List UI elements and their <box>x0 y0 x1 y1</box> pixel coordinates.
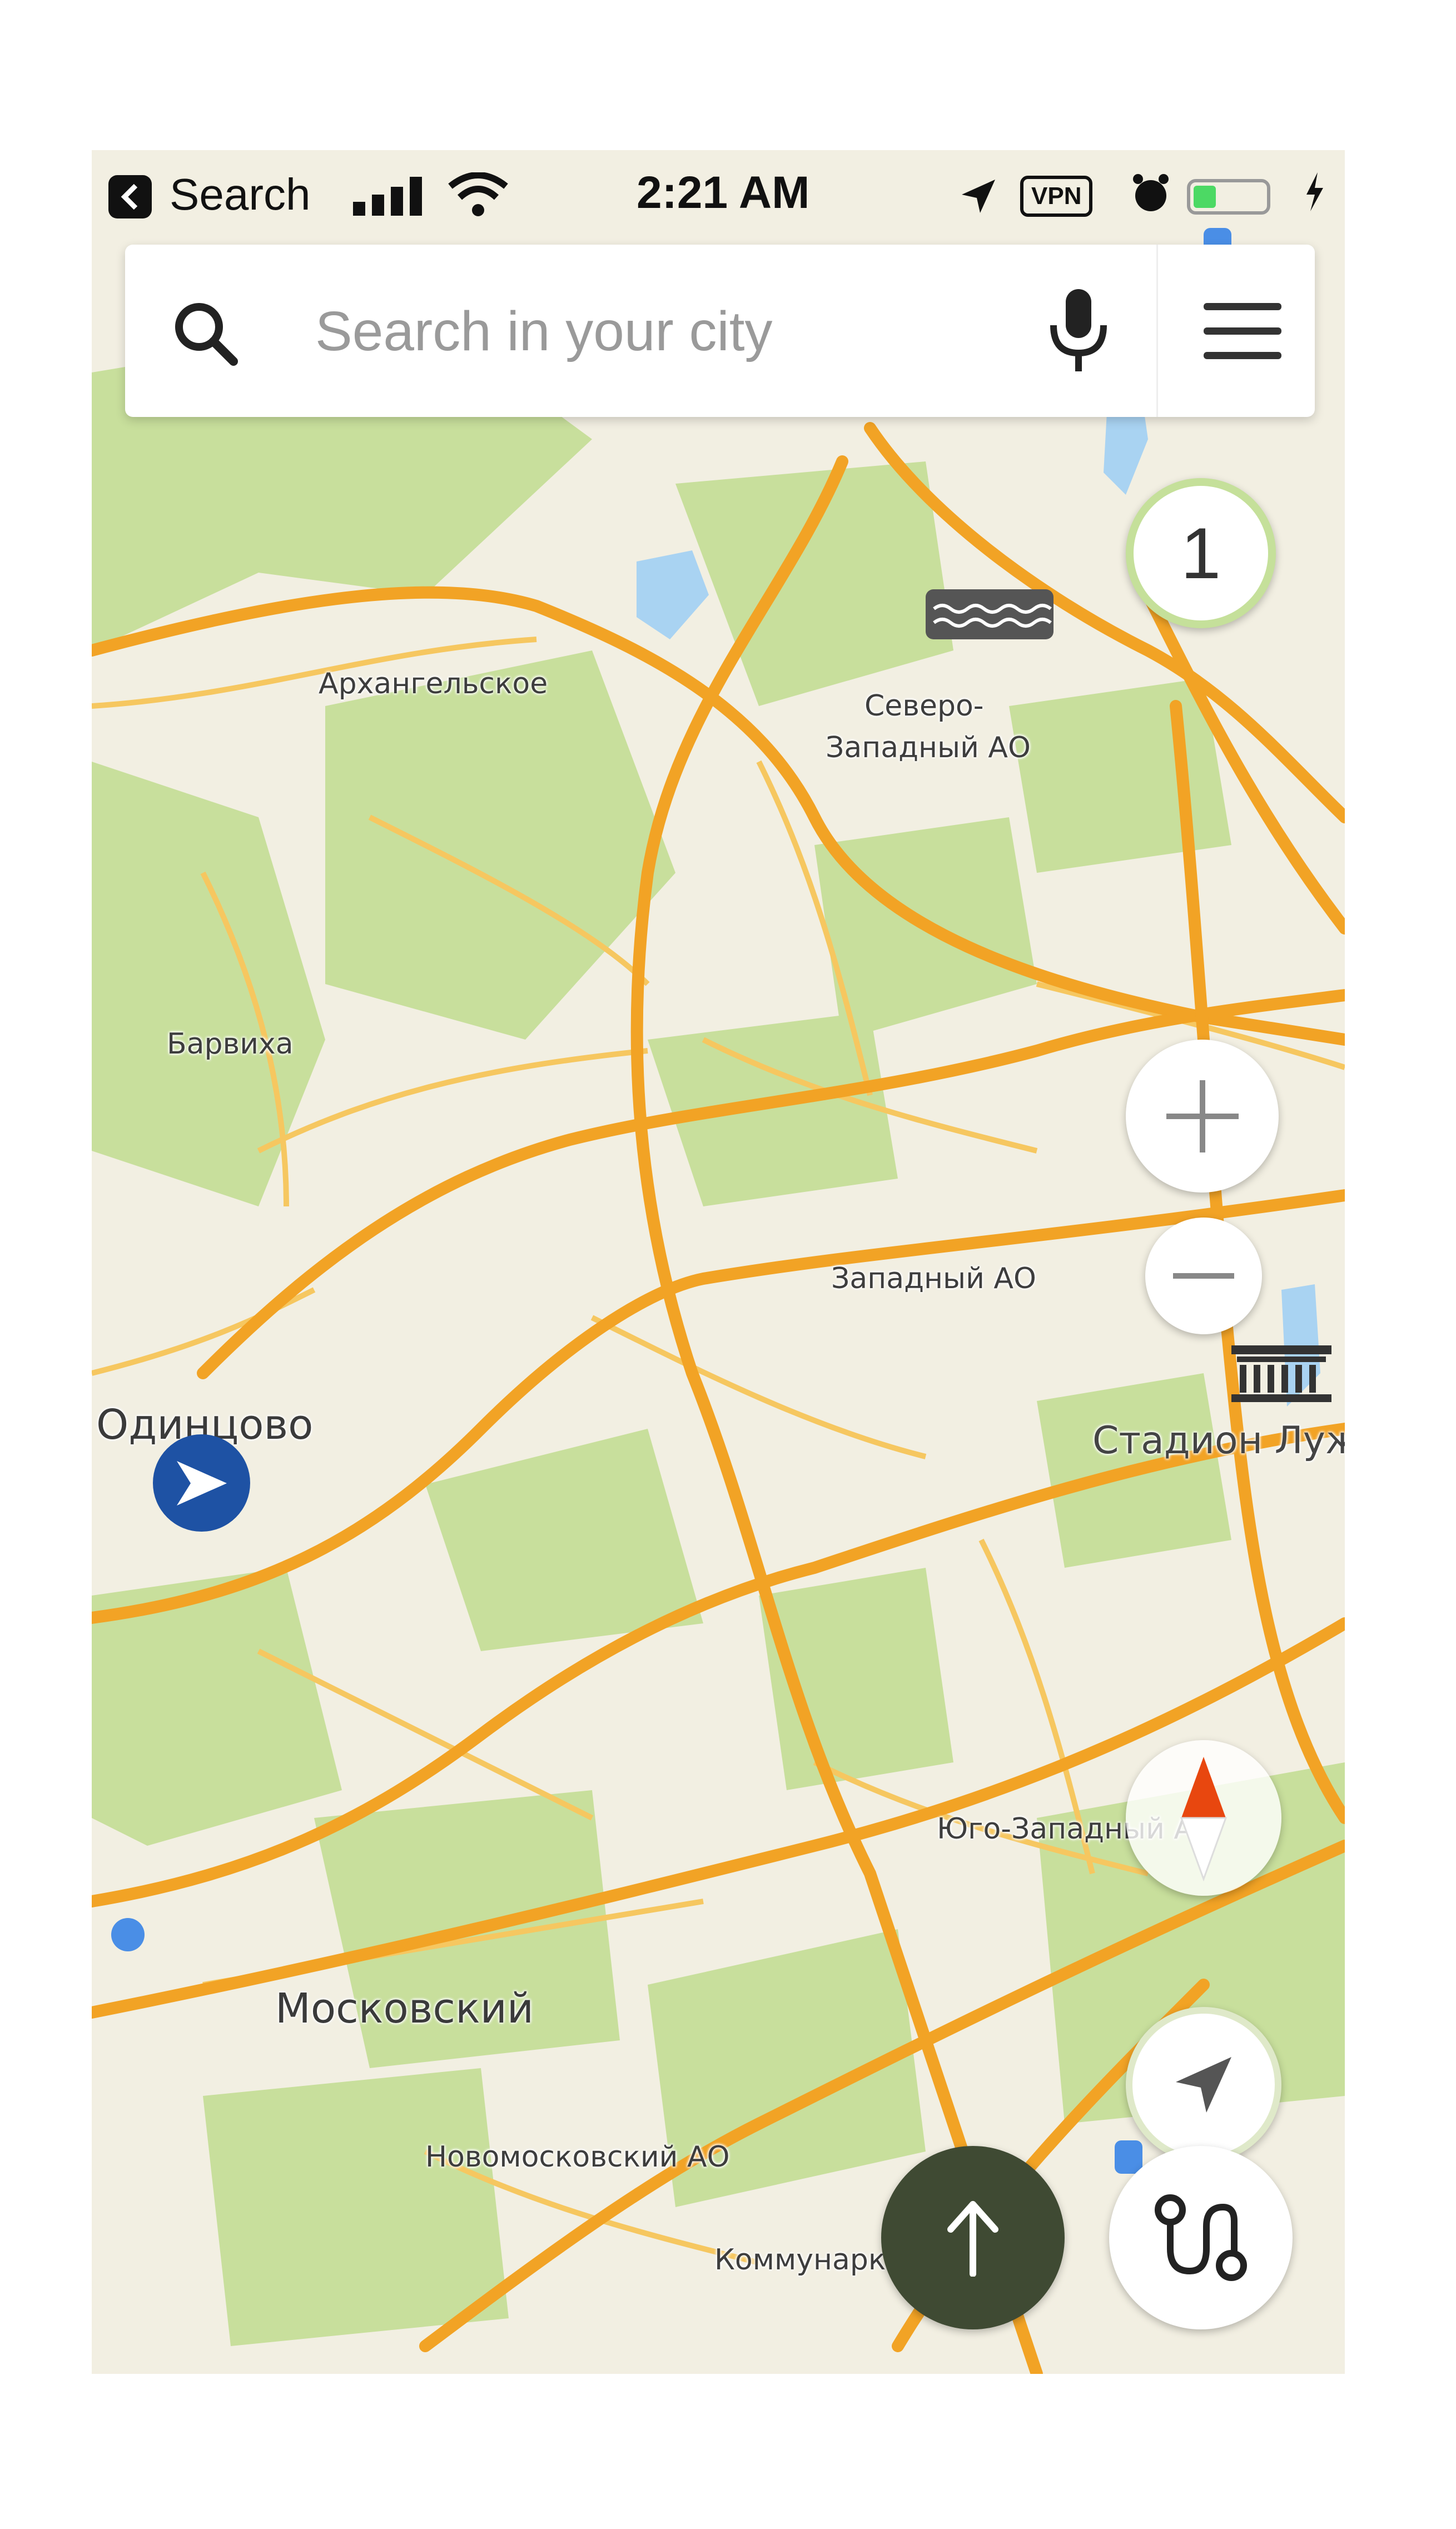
map-label-zapadny-ao: Западный АО <box>831 1262 1036 1295</box>
map-label-zapadny-ao-nw: Западный АО <box>826 731 1031 764</box>
search-icon[interactable] <box>172 300 239 367</box>
alarm-icon <box>1133 174 1169 211</box>
location-services-icon <box>962 180 995 213</box>
map-label-moskovsky: Московский <box>275 1985 534 2033</box>
hamburger-line <box>1204 327 1281 335</box>
map-label-stadion: Стадион Лужники <box>1092 1419 1345 1463</box>
stadium-icon <box>1231 1345 1331 1402</box>
route-icon <box>1155 2194 1247 2281</box>
user-location-marker[interactable] <box>153 1434 250 1532</box>
airport-icon[interactable] <box>111 1918 145 1951</box>
search-input[interactable] <box>314 284 1084 379</box>
hamburger-line <box>1204 303 1281 310</box>
hamburger-line <box>1204 352 1281 359</box>
map-label-severo: Северо- <box>864 689 984 723</box>
phone-screen: Архангельское Северо- Западный АО Барвих… <box>92 150 1345 2374</box>
charging-icon <box>1306 172 1323 211</box>
zoom-out-button[interactable] <box>1145 1218 1262 1334</box>
zoom-in-button[interactable] <box>1126 1040 1279 1193</box>
traffic-button[interactable]: 1 <box>1126 478 1276 628</box>
chevron-left-icon <box>121 183 138 210</box>
search-bar <box>125 245 1315 417</box>
navigation-arrow-icon <box>176 1460 227 1506</box>
status-bar: Search 2:21 AM VPN <box>92 150 1345 233</box>
cellular-signal-icon <box>353 177 422 216</box>
routes-button[interactable] <box>1109 2146 1293 2329</box>
battery-icon <box>1187 179 1270 215</box>
search-divider <box>1156 245 1158 417</box>
compass-button[interactable] <box>1126 1740 1281 1896</box>
map-label-kommunarka: Коммунарка <box>714 2243 904 2277</box>
status-time: 2:21 AM <box>637 167 810 218</box>
locate-me-icon <box>1176 2057 1231 2113</box>
transit-stop-icon[interactable] <box>1115 2140 1142 2174</box>
minus-icon <box>1173 1273 1234 1279</box>
back-app-label[interactable]: Search <box>170 169 310 220</box>
map-label-barvikha: Барвиха <box>167 1027 294 1061</box>
plus-icon <box>1166 1080 1239 1152</box>
microphone-icon[interactable] <box>1048 289 1109 372</box>
compass-icon <box>1180 1757 1228 1882</box>
wifi-icon <box>448 172 508 216</box>
traffic-level: 1 <box>1180 513 1221 594</box>
dam-icon <box>926 589 1054 639</box>
arrow-up-icon <box>947 2201 998 2277</box>
vpn-badge: VPN <box>1020 176 1093 217</box>
map-label-arkhangelskoe: Архангельское <box>319 667 548 700</box>
start-navigation-button[interactable] <box>881 2146 1065 2329</box>
back-to-app-button[interactable] <box>108 175 152 218</box>
menu-button[interactable] <box>1204 303 1281 359</box>
my-location-button[interactable] <box>1126 2007 1281 2163</box>
map-label-novomoskovsky: Новомосковский АО <box>425 2140 730 2174</box>
